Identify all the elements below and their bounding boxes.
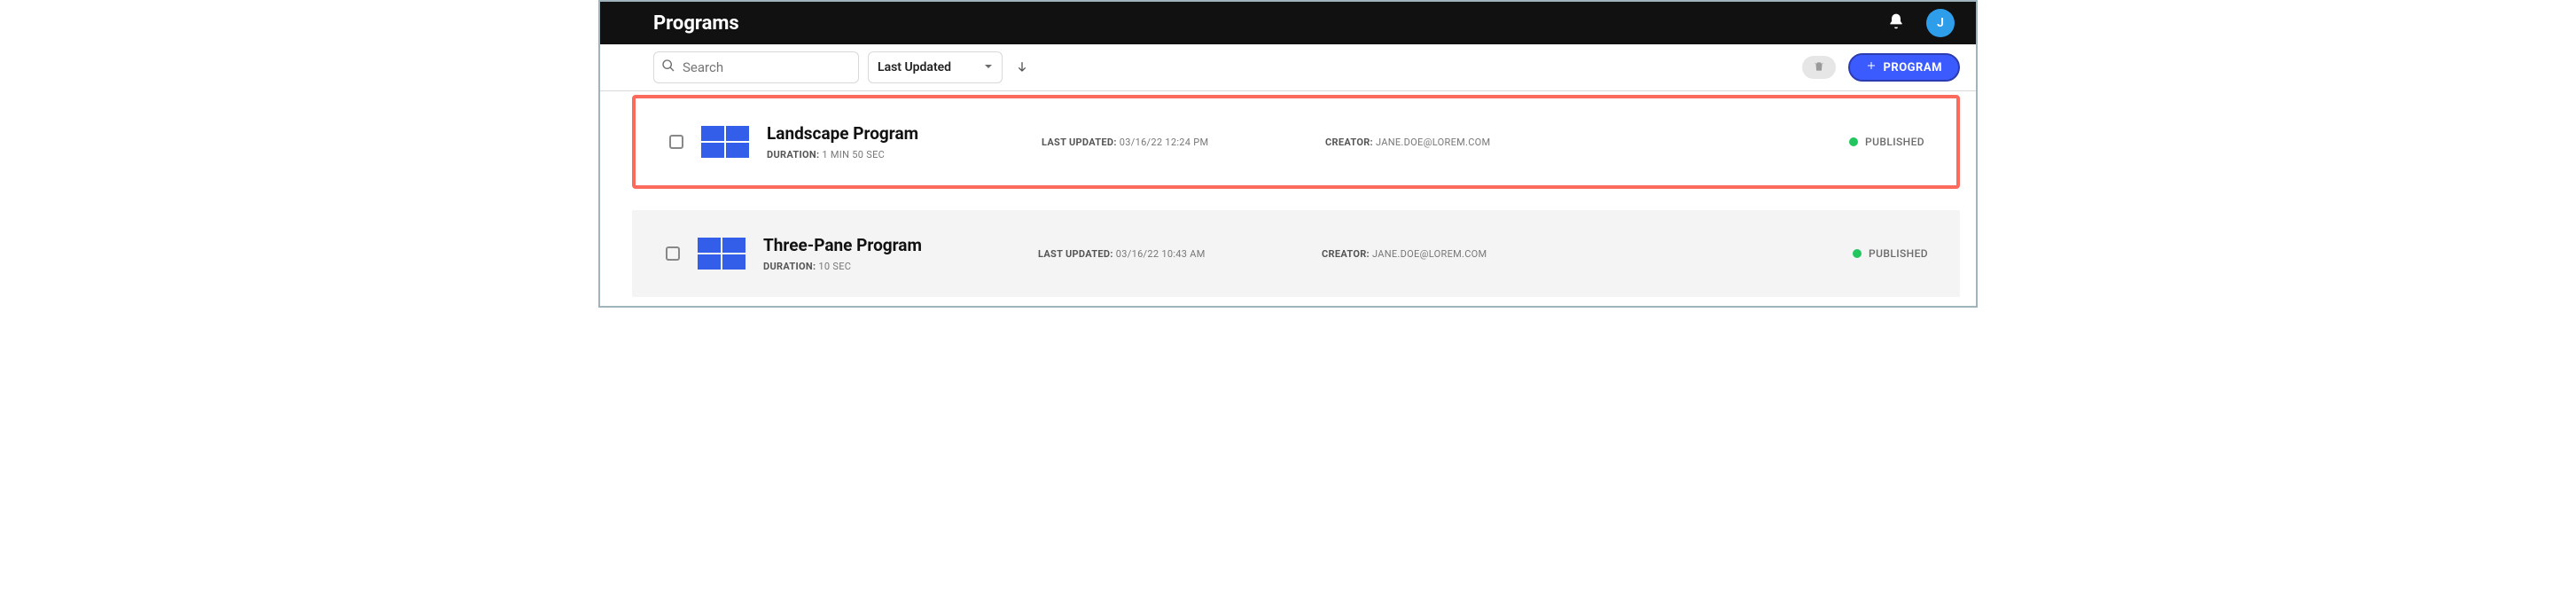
- row-checkbox[interactable]: [669, 135, 683, 149]
- search-input[interactable]: [681, 59, 861, 76]
- duration-meta: DURATION: 10 SEC: [763, 261, 1020, 272]
- status-badge: PUBLISHED: [1853, 247, 1928, 260]
- notifications-icon[interactable]: [1887, 12, 1905, 34]
- search-box[interactable]: [653, 51, 859, 83]
- creator-meta: CREATOR: JANE.DOE@LOREM.COM: [1322, 248, 1588, 260]
- program-name: Landscape Program: [767, 123, 1024, 144]
- page-title: Programs: [653, 12, 739, 35]
- status-badge: PUBLISHED: [1849, 136, 1924, 148]
- new-program-label: PROGRAM: [1884, 61, 1942, 74]
- plus-icon: [1866, 60, 1877, 74]
- program-thumbnail: [701, 126, 749, 158]
- program-row[interactable]: Landscape Program DURATION: 1 MIN 50 SEC…: [632, 95, 1960, 189]
- creator-meta: CREATOR: JANE.DOE@LOREM.COM: [1325, 137, 1591, 148]
- sort-dropdown[interactable]: Last Updated: [868, 51, 1003, 83]
- duration-meta: DURATION: 1 MIN 50 SEC: [767, 149, 1024, 160]
- program-list: Landscape Program DURATION: 1 MIN 50 SEC…: [600, 91, 1976, 306]
- new-program-button[interactable]: PROGRAM: [1848, 53, 1960, 82]
- toolbar: Last Updated PROGRAM: [600, 44, 1976, 91]
- avatar[interactable]: J: [1926, 9, 1955, 37]
- program-thumbnail: [698, 238, 745, 270]
- chevron-down-icon: [984, 60, 993, 74]
- last-updated-meta: LAST UPDATED: 03/16/22 12:24 PM: [1042, 137, 1308, 148]
- avatar-initial: J: [1937, 16, 1944, 30]
- delete-button[interactable]: [1802, 56, 1836, 79]
- program-row[interactable]: Three-Pane Program DURATION: 10 SEC LAST…: [632, 210, 1960, 297]
- status-dot-icon: [1853, 249, 1862, 258]
- search-icon: [661, 59, 675, 76]
- last-updated-meta: LAST UPDATED: 03/16/22 10:43 AM: [1038, 248, 1304, 260]
- status-dot-icon: [1849, 137, 1858, 146]
- top-bar: Programs J: [600, 2, 1976, 44]
- sort-label: Last Updated: [878, 60, 951, 74]
- program-name: Three-Pane Program: [763, 235, 1020, 255]
- row-checkbox[interactable]: [666, 246, 680, 261]
- sort-direction-button[interactable]: [1011, 57, 1033, 78]
- trash-icon: [1813, 59, 1825, 76]
